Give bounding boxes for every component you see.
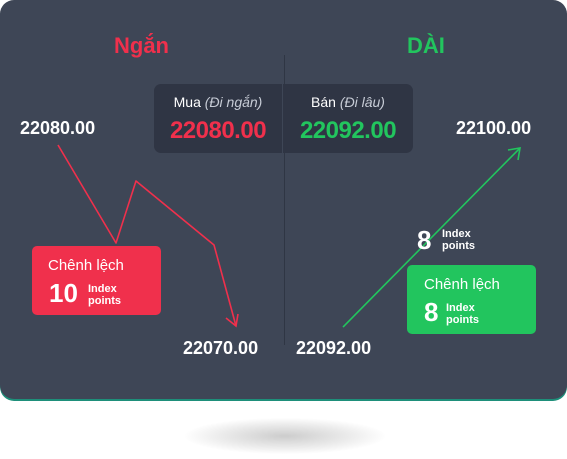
long-gain-unit-1: Index <box>442 228 471 240</box>
short-spread-value: 10 <box>49 278 78 308</box>
long-start-price: 22092.00 <box>296 338 372 358</box>
long-end-price: 22100.00 <box>456 118 532 138</box>
short-spread-box: Chênh lệch 10 Index points <box>32 246 161 315</box>
short-spread-unit: Index points <box>88 283 121 307</box>
price-path-lines <box>57 144 521 328</box>
short-start-price: 22080.00 <box>20 118 96 138</box>
long-spread-value: 8 <box>424 297 439 327</box>
long-spread-unit-2: points <box>446 314 479 326</box>
long-gain-unit-2: points <box>442 240 475 252</box>
long-gain-unit: Index points <box>442 228 475 252</box>
long-spread-box: Chênh lệch 8 Index points <box>407 265 536 334</box>
long-spread-unit: Index points <box>446 302 479 326</box>
short-spread-unit-1: Index <box>88 283 117 295</box>
short-end-price: 22070.00 <box>183 338 259 358</box>
short-spread-title: Chênh lệch <box>48 257 124 274</box>
long-spread-title: Chênh lệch <box>424 276 500 293</box>
long-spread-unit-1: Index <box>446 302 475 314</box>
short-arrow-head <box>225 313 239 328</box>
card-shadow <box>185 418 385 454</box>
spread-card: Ngắn DÀI Mua (Đi ngắn) 22080.00 Bán (Đi … <box>0 0 567 399</box>
short-spread-unit-2: points <box>88 295 121 307</box>
long-gain-value: 8 <box>417 225 432 255</box>
